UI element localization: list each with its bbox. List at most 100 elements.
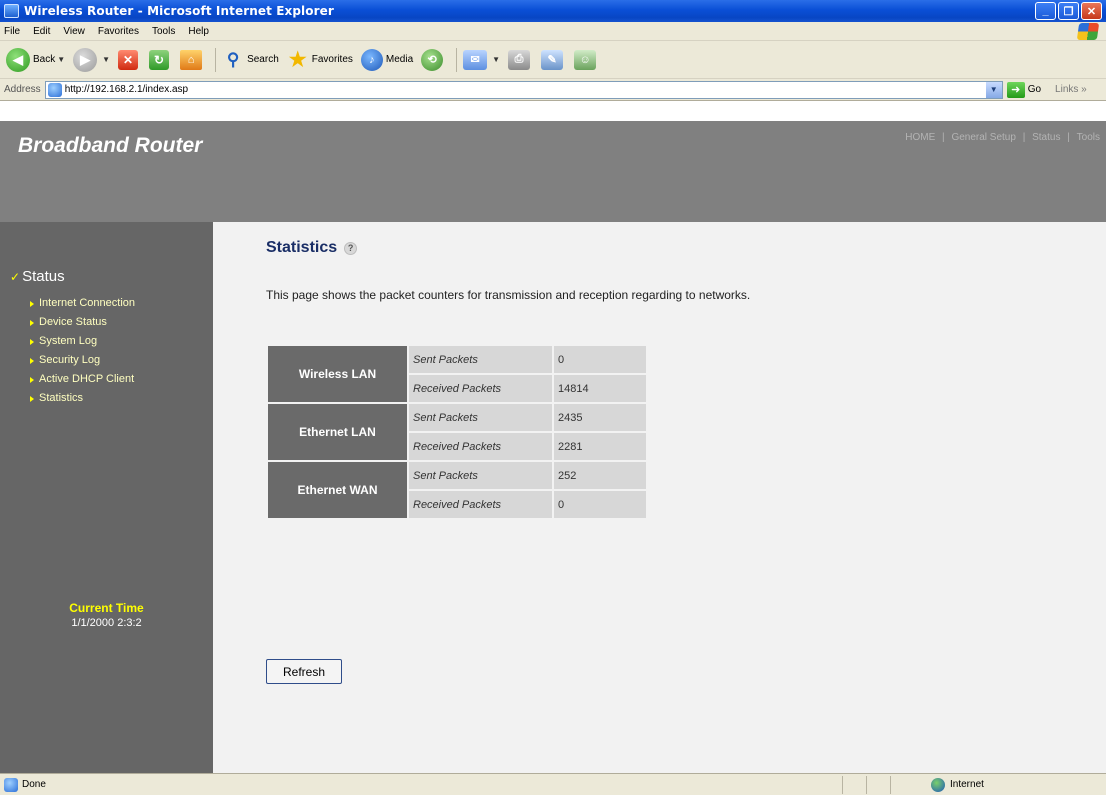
- status-done: Done: [0, 777, 842, 792]
- globe-icon: [931, 777, 945, 792]
- sidebar-item-label: Security Log: [39, 354, 101, 366]
- current-time-label: Current Time: [69, 601, 144, 615]
- metric-value: 0: [554, 346, 646, 373]
- metric-label: Sent Packets: [409, 346, 552, 373]
- refresh-icon: ↻: [149, 49, 170, 70]
- metric-value: 2281: [554, 433, 646, 460]
- sidebar-section-label: Status: [22, 268, 65, 285]
- sidebar-section-status[interactable]: ✓ Status: [10, 268, 65, 285]
- nav-tools[interactable]: Tools: [1075, 132, 1102, 143]
- edit-button[interactable]: ✎: [541, 49, 566, 70]
- menu-view[interactable]: View: [63, 26, 85, 37]
- menu-file[interactable]: File: [4, 26, 20, 37]
- help-icon[interactable]: ?: [344, 241, 358, 255]
- statistics-table: Wireless LAN Sent Packets 0 Received Pac…: [266, 344, 648, 520]
- favorites-label: Favorites: [311, 54, 353, 65]
- sidebar-item-label: Active DHCP Client: [39, 373, 135, 385]
- toolbar-separator: [456, 47, 458, 72]
- sidebar-item-device-status[interactable]: Device Status: [30, 313, 135, 332]
- messenger-button[interactable]: ☺: [574, 49, 599, 70]
- search-button[interactable]: ⚲ Search: [222, 49, 279, 71]
- top-nav: HOME | General Setup | Status | Tools: [903, 132, 1102, 143]
- metric-value: 0: [554, 491, 646, 518]
- nav-general-setup[interactable]: General Setup: [949, 132, 1018, 143]
- mail-dropdown-icon[interactable]: ▼: [492, 55, 500, 64]
- check-icon: ✓: [10, 269, 21, 284]
- stop-icon: ✕: [118, 49, 139, 70]
- favorites-button[interactable]: ★ Favorites: [287, 49, 353, 71]
- sidebar-item-internet-connection[interactable]: Internet Connection: [30, 294, 135, 313]
- zone-text: Internet: [950, 779, 984, 790]
- page-done-icon: [4, 777, 18, 792]
- menu-tools[interactable]: Tools: [152, 26, 175, 37]
- maximize-button[interactable]: ❐: [1058, 2, 1079, 20]
- links-button[interactable]: Links »: [1055, 84, 1087, 95]
- favorites-icon: ★: [288, 49, 307, 71]
- forward-button[interactable]: ▶ ▼: [73, 47, 110, 72]
- back-icon: ◀: [6, 47, 30, 72]
- sidebar-list: Internet Connection Device Status System…: [30, 294, 135, 408]
- print-button[interactable]: ⎙: [508, 49, 533, 70]
- menu-help[interactable]: Help: [188, 26, 209, 37]
- sidebar-item-active-dhcp-client[interactable]: Active DHCP Client: [30, 370, 135, 389]
- sidebar-item-statistics[interactable]: Statistics: [30, 389, 135, 408]
- nav-home[interactable]: HOME: [903, 132, 937, 143]
- go-button[interactable]: ➜ Go: [1006, 81, 1042, 98]
- history-button[interactable]: ⟲: [421, 48, 446, 71]
- window-title: Wireless Router - Microsoft Internet Exp…: [24, 4, 334, 18]
- minimize-button[interactable]: _: [1035, 2, 1056, 20]
- close-button[interactable]: ✕: [1081, 2, 1102, 20]
- media-button[interactable]: ♪ Media: [360, 48, 414, 71]
- toolbar: ◀ Back ▼ ▶ ▼ ✕ ↻ ⌂ ⚲ Search ★ Favorites …: [0, 41, 1106, 79]
- arrow-right-icon: [30, 395, 34, 402]
- forward-dropdown-icon[interactable]: ▼: [102, 55, 110, 64]
- sidebar: ✓ Status Internet Connection Device Stat…: [0, 222, 213, 773]
- web-page: Broadband Router HOME | General Setup | …: [0, 101, 1106, 773]
- home-button[interactable]: ⌂: [180, 49, 205, 70]
- nav-status[interactable]: Status: [1030, 132, 1062, 143]
- security-zone: Internet: [890, 775, 1082, 794]
- go-label: Go: [1027, 84, 1042, 95]
- toolbar-separator: [215, 47, 217, 72]
- sidebar-item-label: Internet Connection: [39, 297, 136, 309]
- forward-icon: ▶: [73, 47, 98, 72]
- windows-logo-icon: [1076, 23, 1100, 40]
- sidebar-item-security-log[interactable]: Security Log: [30, 351, 135, 370]
- page-title-text: Statistics: [266, 239, 338, 256]
- sidebar-item-label: Device Status: [39, 316, 107, 328]
- refresh-page-button[interactable]: ↻: [149, 49, 172, 70]
- brand-title: Broadband Router: [18, 134, 203, 157]
- stop-button[interactable]: ✕: [118, 49, 141, 70]
- address-dropdown-icon[interactable]: ▼: [985, 81, 1002, 98]
- window-titlebar: Wireless Router - Microsoft Internet Exp…: [0, 0, 1106, 22]
- current-time-value: 1/1/2000 2:3:2: [71, 617, 142, 629]
- metric-label: Sent Packets: [409, 404, 552, 431]
- page-description: This page shows the packet counters for …: [266, 288, 751, 302]
- mail-button[interactable]: ✉ ▼: [463, 49, 500, 70]
- address-input[interactable]: http://192.168.2.1/index.asp ▼: [44, 80, 1003, 99]
- menu-favorites[interactable]: Favorites: [98, 26, 139, 37]
- page-title: Statistics ?: [266, 239, 358, 257]
- media-label: Media: [385, 54, 414, 65]
- status-cell: [842, 775, 866, 794]
- home-icon: ⌂: [180, 49, 203, 70]
- back-dropdown-icon[interactable]: ▼: [57, 55, 65, 64]
- menu-edit[interactable]: Edit: [33, 26, 50, 37]
- refresh-button[interactable]: Refresh: [266, 659, 342, 684]
- nav-separator: |: [942, 132, 945, 143]
- edit-icon: ✎: [541, 49, 564, 70]
- back-button[interactable]: ◀ Back ▼: [6, 47, 65, 72]
- status-bar: Done Internet: [0, 773, 1106, 795]
- table-row: Ethernet WAN Sent Packets 252: [268, 462, 646, 518]
- arrow-right-icon: [30, 376, 34, 383]
- metric-label: Sent Packets: [409, 462, 552, 489]
- group-ethernet-lan: Ethernet LAN: [268, 404, 407, 460]
- status-text: Done: [22, 779, 46, 790]
- metric-value: 14814: [554, 375, 646, 402]
- metric-value: 2435: [554, 404, 646, 431]
- sidebar-item-system-log[interactable]: System Log: [30, 332, 135, 351]
- group-ethernet-wan: Ethernet WAN: [268, 462, 407, 518]
- search-icon: ⚲: [226, 49, 240, 69]
- table-row: Wireless LAN Sent Packets 0: [268, 346, 646, 402]
- nav-separator: |: [1022, 132, 1026, 143]
